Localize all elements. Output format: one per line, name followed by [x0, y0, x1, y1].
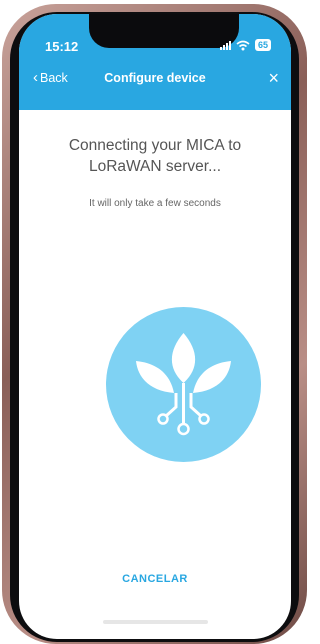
- app-screen: 15:12 65 ‹ Back Configure device × Conne…: [19, 14, 291, 639]
- cancel-button[interactable]: CANCELAR: [19, 573, 291, 585]
- wait-subtext: It will only take a few seconds: [89, 198, 221, 209]
- close-icon[interactable]: ×: [268, 68, 279, 89]
- status-time: 15:12: [45, 39, 79, 54]
- battery-icon: 65: [254, 39, 271, 51]
- wifi-icon: [236, 40, 250, 50]
- plant-circuit-icon: [136, 333, 231, 436]
- device-notch: [89, 14, 239, 48]
- app-header: 15:12 65 ‹ Back Configure device ×: [19, 14, 291, 110]
- signal-icon: [219, 40, 231, 50]
- page-title: Configure device: [104, 71, 206, 85]
- home-indicator: [103, 620, 208, 624]
- connecting-heading: Connecting your MICA to LoRaWAN server..…: [68, 137, 242, 175]
- mica-logo: [106, 307, 261, 462]
- status-icons: 65: [219, 39, 271, 51]
